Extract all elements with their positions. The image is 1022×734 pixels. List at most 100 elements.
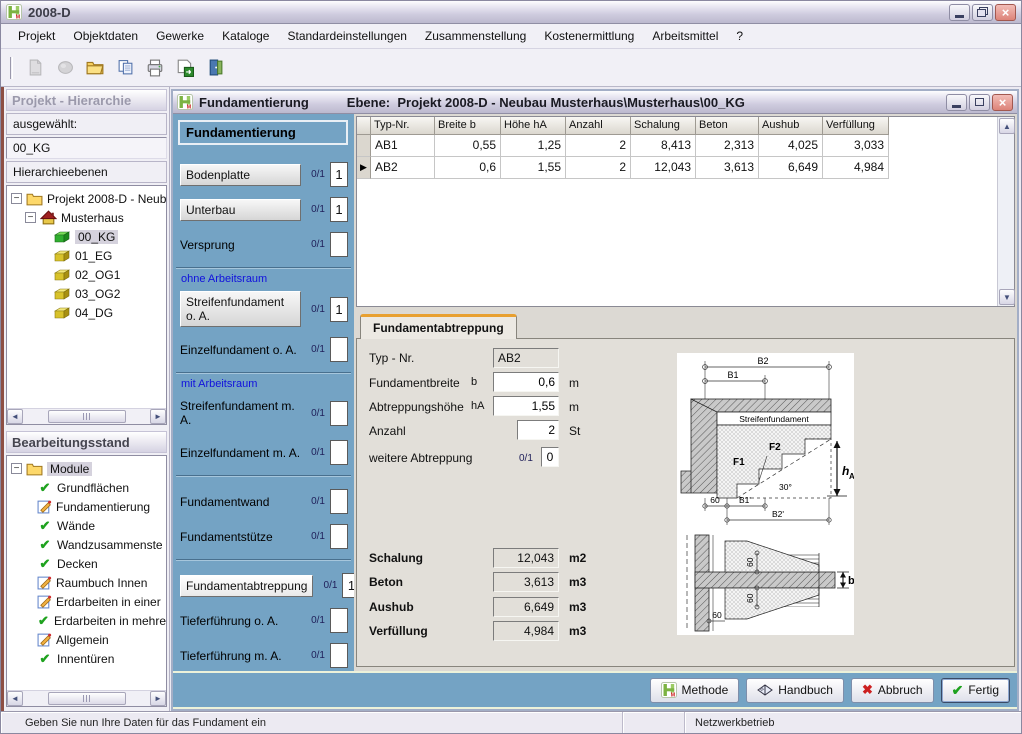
tree-item-level-00kg[interactable]: 00_KG: [7, 227, 166, 246]
fertig-button[interactable]: ✔ Fertig: [941, 678, 1010, 703]
table-cell[interactable]: 0,6: [435, 157, 501, 179]
count-box[interactable]: [330, 337, 348, 362]
sidebar-item-fundamentabtreppung[interactable]: Fundamentabtreppung 0/1 1: [180, 573, 348, 598]
column-header[interactable]: Aushub: [759, 117, 823, 135]
menu-standardeinstellungen[interactable]: Standardeinstellungen: [278, 25, 415, 47]
menu-objektdaten[interactable]: Objektdaten: [64, 25, 147, 47]
count-box[interactable]: [330, 608, 348, 633]
table-cell[interactable]: 1,55: [501, 157, 566, 179]
table-cell[interactable]: 12,043: [631, 157, 696, 179]
count-box[interactable]: 1: [342, 573, 354, 598]
count-box[interactable]: 1: [330, 162, 348, 187]
sidebar-item-versprung[interactable]: Versprung 0/1: [180, 232, 348, 257]
open-folder-icon[interactable]: [82, 55, 108, 81]
menu-help[interactable]: ?: [727, 25, 752, 47]
column-header[interactable]: Schalung: [631, 117, 696, 135]
tree-item-level-01eg[interactable]: 01_EG: [7, 246, 166, 265]
handbuch-button[interactable]: Handbuch: [746, 678, 844, 703]
open-project-icon[interactable]: [52, 55, 78, 81]
sidebar-item-bodenplatte[interactable]: Bodenplatte 0/1 1: [180, 162, 348, 187]
subwindow-close-button[interactable]: ×: [992, 94, 1013, 111]
scrollbar-thumb[interactable]: [48, 692, 126, 705]
scrollbar-track[interactable]: [23, 692, 150, 705]
sidebar-item-streifenfundament-ma[interactable]: Streifenfundament m. A. 0/1: [180, 396, 348, 430]
tree-item-building[interactable]: − Musterhaus: [7, 208, 166, 227]
sidebar-item-tieferfuehrung-ma[interactable]: Tieferführung m. A. 0/1: [180, 643, 348, 668]
minimize-button[interactable]: [949, 4, 970, 21]
table-cell[interactable]: 2: [566, 157, 631, 179]
sidebar-item-fundamentwand[interactable]: Fundamentwand 0/1: [180, 489, 348, 514]
tree-item-level-04dg[interactable]: 04_DG: [7, 303, 166, 322]
menu-kataloge[interactable]: Kataloge: [213, 25, 278, 47]
anzahl-input[interactable]: [517, 420, 559, 440]
tree-item-level-02og1[interactable]: 02_OG1: [7, 265, 166, 284]
module-item-raumbuch-innen[interactable]: Raumbuch Innen: [7, 573, 166, 592]
weitere-abtreppung-input[interactable]: [541, 447, 559, 467]
menu-gewerke[interactable]: Gewerke: [147, 25, 213, 47]
table-cell[interactable]: 4,025: [759, 135, 823, 157]
module-item-fundamentierung[interactable]: Fundamentierung: [7, 497, 166, 516]
table-cell[interactable]: AB2: [371, 157, 435, 179]
table-cell[interactable]: 8,413: [631, 135, 696, 157]
sidebar-item-fundamentstuetze[interactable]: Fundamentstütze 0/1: [180, 524, 348, 549]
toolbar-grip[interactable]: [10, 57, 13, 79]
table-cell[interactable]: 6,649: [759, 157, 823, 179]
menu-projekt[interactable]: Projekt: [9, 25, 64, 47]
module-item-erdarbeiten-einer[interactable]: Erdarbeiten in einer: [7, 592, 166, 611]
table-cell[interactable]: 2,313: [696, 135, 759, 157]
sidebar-item-einzelfundament-ma[interactable]: Einzelfundament m. A. 0/1: [180, 440, 348, 465]
menu-arbeitsmittel[interactable]: Arbeitsmittel: [643, 25, 727, 47]
sidebar-item-streifenfundament-oa[interactable]: Streifenfundament o. A. 0/1 1: [180, 291, 348, 327]
module-item-erdarbeiten-mehreren[interactable]: ✔ Erdarbeiten in mehre: [7, 611, 166, 630]
table-cell[interactable]: AB1: [371, 135, 435, 157]
table-cell[interactable]: 1,25: [501, 135, 566, 157]
count-box[interactable]: [330, 643, 348, 668]
table-cell[interactable]: 3,613: [696, 157, 759, 179]
column-header[interactable]: Typ-Nr.: [371, 117, 435, 135]
fundamentbreite-input[interactable]: [493, 372, 559, 392]
count-box[interactable]: 1: [330, 197, 348, 222]
restore-button[interactable]: [972, 4, 993, 21]
count-box[interactable]: [330, 440, 348, 465]
collapse-icon[interactable]: −: [11, 463, 22, 474]
copy-icon[interactable]: [112, 55, 138, 81]
collapse-icon[interactable]: −: [25, 212, 36, 223]
module-item-waende[interactable]: ✔ Wände: [7, 516, 166, 535]
scrollbar-thumb[interactable]: [48, 410, 126, 423]
export-icon[interactable]: [172, 55, 198, 81]
sidebar-item-unterbau[interactable]: Unterbau 0/1 1: [180, 197, 348, 222]
module-item-decken[interactable]: ✔ Decken: [7, 554, 166, 573]
close-button[interactable]: ×: [995, 4, 1016, 21]
count-box[interactable]: [330, 232, 348, 257]
scroll-down-button[interactable]: ▼: [999, 289, 1015, 305]
selected-value-field[interactable]: 00_KG: [6, 137, 167, 159]
column-header[interactable]: Anzahl: [566, 117, 631, 135]
count-box[interactable]: 1: [330, 297, 348, 322]
print-icon[interactable]: [142, 55, 168, 81]
table-cell[interactable]: 2: [566, 135, 631, 157]
count-box[interactable]: [330, 401, 348, 426]
tree-item-module-root[interactable]: − Module: [7, 459, 166, 478]
count-box[interactable]: [330, 524, 348, 549]
column-header[interactable]: Beton: [696, 117, 759, 135]
row-selector-current[interactable]: ▶: [357, 157, 371, 179]
scroll-left-button[interactable]: ◄: [7, 691, 23, 706]
sidebar-item-tieferfuehrung-oa[interactable]: Tieferführung o. A. 0/1: [180, 608, 348, 633]
column-header[interactable]: Verfüllung: [823, 117, 889, 135]
subwindow-maximize-button[interactable]: [969, 94, 990, 111]
sidebar-item-einzelfundament-oa[interactable]: Einzelfundament o. A. 0/1: [180, 337, 348, 362]
table-cell[interactable]: 0,55: [435, 135, 501, 157]
subwindow-minimize-button[interactable]: [946, 94, 967, 111]
table-cell[interactable]: 4,984: [823, 157, 889, 179]
column-header[interactable]: Breite b: [435, 117, 501, 135]
scroll-right-button[interactable]: ►: [150, 691, 166, 706]
count-box[interactable]: [330, 489, 348, 514]
tree-item-level-03og2[interactable]: 03_OG2: [7, 284, 166, 303]
scroll-left-button[interactable]: ◄: [7, 409, 23, 424]
exit-door-icon[interactable]: [202, 55, 228, 81]
row-selector[interactable]: [357, 135, 371, 157]
scrollbar-track[interactable]: [23, 410, 150, 423]
module-item-wandzusammenstellung[interactable]: ✔ Wandzusammenste: [7, 535, 166, 554]
menu-zusammenstellung[interactable]: Zusammenstellung: [416, 25, 535, 47]
module-item-allgemein[interactable]: Allgemein: [7, 630, 166, 649]
